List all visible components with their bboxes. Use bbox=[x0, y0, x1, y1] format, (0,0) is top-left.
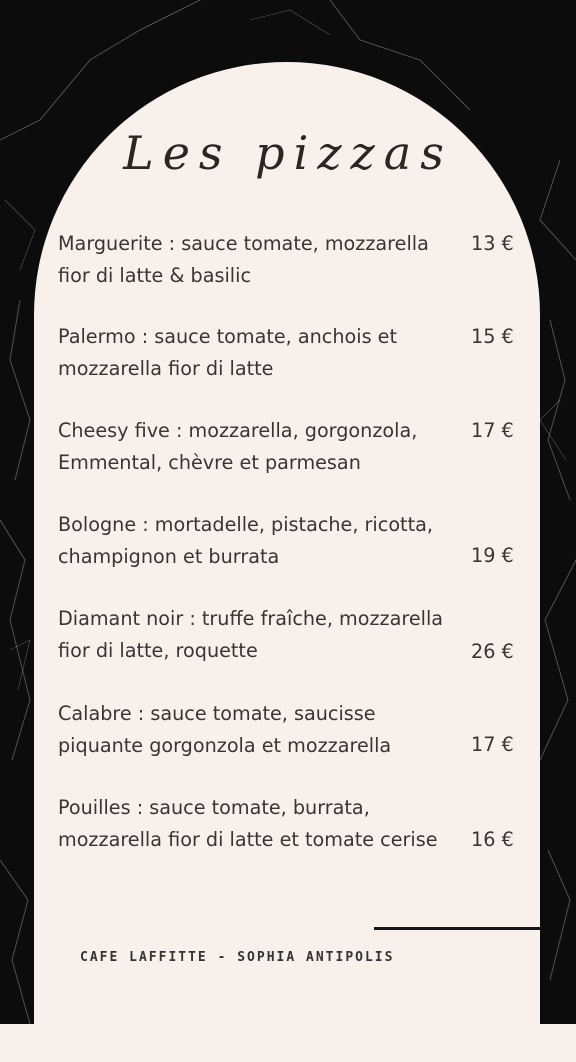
item-separator: : bbox=[169, 419, 189, 442]
item-name: Pouilles bbox=[58, 796, 131, 819]
page-title: Les pizzas bbox=[123, 126, 453, 180]
item-separator: : bbox=[183, 607, 202, 630]
item-price: 17 € bbox=[471, 733, 514, 756]
item-name: Marguerite bbox=[58, 232, 163, 255]
item-separator: : bbox=[130, 796, 150, 819]
item-description: Palermo : sauce tomate, anchois et mozza… bbox=[58, 321, 453, 384]
menu-item: Marguerite : sauce tomate, mozzarella fi… bbox=[58, 228, 528, 291]
item-description: Cheesy five : mozzarella, gorgonzola, Em… bbox=[58, 415, 453, 478]
item-separator: : bbox=[136, 513, 155, 536]
item-separator: : bbox=[135, 325, 155, 348]
footer-text: CAFE LAFFITTE - SOPHIA ANTIPOLIS bbox=[80, 950, 395, 965]
item-description: Bologne : mortadelle, pistache, ricotta,… bbox=[58, 509, 453, 572]
menu-item: Bologne : mortadelle, pistache, ricotta,… bbox=[58, 509, 528, 572]
item-price: 26 € bbox=[471, 640, 514, 663]
item-price: 19 € bbox=[471, 544, 514, 567]
item-description: Marguerite : sauce tomate, mozzarella fi… bbox=[58, 228, 453, 291]
item-description: Pouilles : sauce tomate, burrata, mozzar… bbox=[58, 792, 453, 855]
item-name: Palermo bbox=[58, 325, 136, 348]
menu-item: Cheesy five : mozzarella, gorgonzola, Em… bbox=[58, 415, 528, 478]
item-separator: : bbox=[162, 232, 182, 255]
footer-divider bbox=[374, 927, 540, 930]
menu-item: Diamant noir : truffe fraîche, mozzarell… bbox=[58, 603, 528, 666]
item-separator: : bbox=[131, 702, 151, 725]
item-name: Cheesy five bbox=[58, 419, 170, 442]
item-price: 16 € bbox=[471, 828, 514, 851]
menu-item: Palermo : sauce tomate, anchois et mozza… bbox=[58, 321, 528, 384]
item-description: Calabre : sauce tomate, saucisse piquant… bbox=[58, 698, 453, 761]
menu-item: Pouilles : sauce tomate, burrata, mozzar… bbox=[58, 792, 528, 855]
item-name: Calabre bbox=[58, 702, 132, 725]
item-price: 13 € bbox=[471, 232, 514, 255]
item-price: 17 € bbox=[471, 419, 514, 442]
menu-item: Calabre : sauce tomate, saucisse piquant… bbox=[58, 698, 528, 761]
item-description: Diamant noir : truffe fraîche, mozzarell… bbox=[58, 603, 453, 666]
item-name: Diamant noir bbox=[58, 607, 184, 630]
item-price: 15 € bbox=[471, 325, 514, 348]
item-name: Bologne bbox=[58, 513, 137, 536]
